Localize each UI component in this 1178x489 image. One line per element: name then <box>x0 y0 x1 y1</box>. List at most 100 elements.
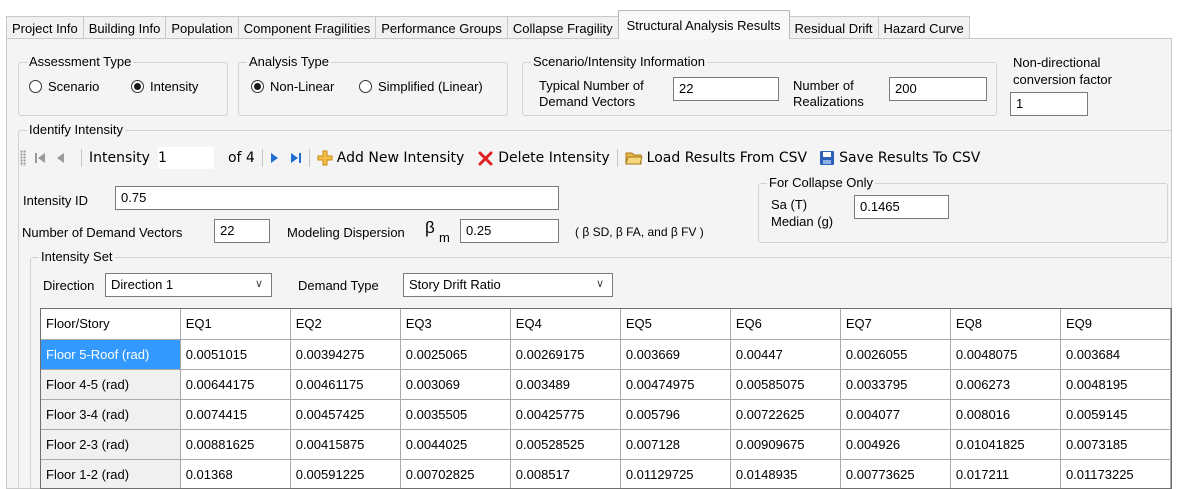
grid-cell[interactable]: 0.00461175 <box>290 369 401 400</box>
grid-cell[interactable]: 0.0074415 <box>180 399 291 430</box>
save-csv-button[interactable]: Save Results To CSV <box>819 150 980 166</box>
first-record-button[interactable] <box>34 152 46 164</box>
tab-component-fragilities[interactable]: Component Fragilities <box>237 16 377 39</box>
intensity-data-grid[interactable]: Floor/Story EQ1 EQ2 EQ3 EQ4 EQ5 EQ6 EQ7 EQ8 EQ9 F… <box>40 308 1172 489</box>
grid-cell[interactable]: 0.0048195 <box>1060 369 1171 400</box>
tab-residual-drift[interactable]: Residual Drift <box>788 16 879 39</box>
grid-cell[interactable]: 0.0073185 <box>1060 429 1171 460</box>
grid-cell[interactable]: 0.008517 <box>510 459 621 488</box>
radio-non-linear[interactable]: Non-Linear <box>251 79 334 94</box>
load-csv-button[interactable]: Load Results From CSV <box>625 150 807 166</box>
table-row[interactable]: Floor 3-4 (rad) 0.0074415 0.00457425 0.0035… <box>41 399 1171 430</box>
grid-cell[interactable]: 0.0051015 <box>180 339 291 370</box>
grid-cell[interactable]: 0.0035505 <box>400 399 511 430</box>
grid-cell[interactable]: 0.0148935 <box>730 459 841 488</box>
grid-cell[interactable]: 0.0025065 <box>400 339 511 370</box>
grid-cell[interactable]: 0.00585075 <box>730 369 841 400</box>
grid-cell[interactable]: 0.00425775 <box>510 399 621 430</box>
grid-cell[interactable]: 0.017211 <box>950 459 1061 488</box>
demand-type-select[interactable]: Story Drift Ratio ∨ <box>403 273 613 297</box>
grid-cell[interactable]: 0.00881625 <box>180 429 291 460</box>
collapse-sa-input[interactable]: 0.1465 <box>854 195 949 219</box>
grid-cell[interactable]: 0.00528525 <box>510 429 621 460</box>
grid-header-eq9[interactable]: EQ9 <box>1060 309 1171 340</box>
intensity-id-input[interactable]: 0.75 <box>115 186 559 210</box>
grid-cell[interactable]: 0.0059145 <box>1060 399 1171 430</box>
grid-header-eq4[interactable]: EQ4 <box>510 309 621 340</box>
realizations-input[interactable]: 200 <box>889 77 987 101</box>
grid-cell[interactable]: 0.00447 <box>730 339 841 370</box>
grid-header-eq6[interactable]: EQ6 <box>730 309 841 340</box>
grid-cell[interactable]: 0.003489 <box>510 369 621 400</box>
grid-cell[interactable]: 0.00474975 <box>620 369 731 400</box>
radio-simplified[interactable]: Simplified (Linear) <box>359 79 483 94</box>
grid-cell[interactable]: 0.0026055 <box>840 339 951 370</box>
grid-cell[interactable]: 0.00773625 <box>840 459 951 488</box>
radio-intensity[interactable]: Intensity <box>131 79 198 94</box>
grid-cell[interactable]: 0.00457425 <box>290 399 401 430</box>
last-record-button[interactable] <box>290 152 302 164</box>
table-row[interactable]: Floor 5-Roof (rad) 0.0051015 0.00394275 0.0… <box>41 339 1171 370</box>
grid-cell[interactable]: 0.007128 <box>620 429 731 460</box>
prev-record-button[interactable] <box>56 152 66 164</box>
tab-project-info[interactable]: Project Info <box>6 16 84 39</box>
tab-performance-groups[interactable]: Performance Groups <box>375 16 508 39</box>
grid-cell[interactable]: 0.01041825 <box>950 429 1061 460</box>
grid-header-floor-story[interactable]: Floor/Story <box>41 309 181 340</box>
modeling-dispersion-input[interactable]: 0.25 <box>460 219 559 243</box>
grid-cell[interactable]: 0.0048075 <box>950 339 1061 370</box>
table-row[interactable]: Floor 4-5 (rad) 0.00644175 0.00461175 0.003… <box>41 369 1171 400</box>
grid-cell[interactable]: 0.008016 <box>950 399 1061 430</box>
tab-hazard-curve[interactable]: Hazard Curve <box>877 16 970 39</box>
grid-cell[interactable]: 0.004077 <box>840 399 951 430</box>
grid-cell[interactable]: 0.003069 <box>400 369 511 400</box>
delete-intensity-button[interactable]: Delete Intensity <box>478 150 610 166</box>
add-icon <box>317 150 333 166</box>
grid-header-eq2[interactable]: EQ2 <box>290 309 401 340</box>
grid-cell[interactable]: 0.00591225 <box>290 459 401 488</box>
grid-cell[interactable]: 0.01173225 <box>1060 459 1171 488</box>
grid-row-header[interactable]: Floor 5-Roof (rad) <box>41 339 181 370</box>
grid-row-header[interactable]: Floor 4-5 (rad) <box>41 369 181 400</box>
grid-cell[interactable]: 0.00909675 <box>730 429 841 460</box>
tab-structural-analysis-results[interactable]: Structural Analysis Results <box>617 10 790 39</box>
grid-cell[interactable]: 0.003684 <box>1060 339 1171 370</box>
num-demand-vectors-input[interactable]: 22 <box>214 219 270 243</box>
table-row[interactable]: Floor 2-3 (rad) 0.00881625 0.00415875 0.004… <box>41 429 1171 460</box>
radio-scenario[interactable]: Scenario <box>29 79 99 94</box>
grid-cell[interactable]: 0.00269175 <box>510 339 621 370</box>
tab-collapse-fragility[interactable]: Collapse Fragility <box>506 16 619 39</box>
grid-row-header[interactable]: Floor 1-2 (rad) <box>41 459 181 488</box>
grid-row-header[interactable]: Floor 2-3 (rad) <box>41 429 181 460</box>
grid-cell[interactable]: 0.00702825 <box>400 459 511 488</box>
grid-cell[interactable]: 0.00415875 <box>290 429 401 460</box>
grid-cell[interactable]: 0.005796 <box>620 399 731 430</box>
grid-header-eq5[interactable]: EQ5 <box>620 309 731 340</box>
intensity-position-input[interactable]: 1 <box>157 147 214 169</box>
tab-population[interactable]: Population <box>165 16 239 39</box>
grid-cell[interactable]: 0.00394275 <box>290 339 401 370</box>
direction-select[interactable]: Direction 1 ∨ <box>105 273 272 297</box>
grid-cell[interactable]: 0.0044025 <box>400 429 511 460</box>
grid-header-eq3[interactable]: EQ3 <box>400 309 511 340</box>
grid-cell[interactable]: 0.01129725 <box>620 459 731 488</box>
next-record-button[interactable] <box>270 152 280 164</box>
grid-cell[interactable]: 0.00644175 <box>180 369 291 400</box>
grid-row-header[interactable]: Floor 3-4 (rad) <box>41 399 181 430</box>
radio-scenario-indicator <box>29 80 42 93</box>
grid-cell[interactable]: 0.01368 <box>180 459 291 488</box>
grid-cell[interactable]: 0.0033795 <box>840 369 951 400</box>
grid-cell[interactable]: 0.00722625 <box>730 399 841 430</box>
grid-cell[interactable]: 0.003669 <box>620 339 731 370</box>
conversion-factor-input[interactable]: 1 <box>1010 92 1088 116</box>
grid-cell[interactable]: 0.004926 <box>840 429 951 460</box>
save-csv-label: Save Results To CSV <box>839 150 981 166</box>
table-row[interactable]: Floor 1-2 (rad) 0.01368 0.00591225 0.007028… <box>41 459 1171 488</box>
grid-header-eq7[interactable]: EQ7 <box>840 309 951 340</box>
typical-vectors-input[interactable]: 22 <box>673 77 779 101</box>
grid-header-eq1[interactable]: EQ1 <box>180 309 291 340</box>
tab-building-info[interactable]: Building Info <box>82 16 167 39</box>
grid-cell[interactable]: 0.006273 <box>950 369 1061 400</box>
grid-header-eq8[interactable]: EQ8 <box>950 309 1061 340</box>
add-intensity-button[interactable]: Add New Intensity <box>317 150 464 166</box>
